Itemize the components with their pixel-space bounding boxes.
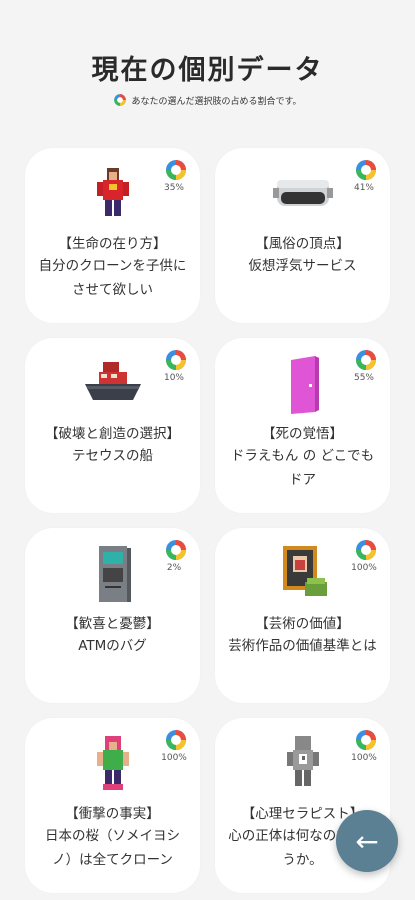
data-card[interactable]: 100% 【衝撃の事実】 日本の桜（ソメイヨシノ）は全てクローン: [25, 718, 200, 893]
card-description: 芸術作品の価値基準とは: [228, 638, 377, 654]
percent-label: 100%: [161, 753, 187, 763]
subtitle-text: あなたの選んだ選択肢の占める割合です。: [131, 96, 302, 107]
card-description: ATMのバグ: [78, 638, 147, 654]
arrow-left-icon: ←: [355, 824, 379, 858]
percent-label: 2%: [166, 563, 182, 573]
card-category: 【芸術の価値】: [255, 616, 350, 632]
pixel-person-grey-icon: [286, 736, 319, 786]
vr-headset-icon: [272, 180, 333, 206]
card-category: 【破壊と創造の選択】: [45, 426, 180, 442]
pie-chart-icon: [166, 540, 186, 560]
data-card[interactable]: 10% 【破壊と創造の選択】 テセウスの船: [25, 338, 200, 513]
pie-chart-icon: [166, 350, 186, 370]
percent-label: 55%: [353, 373, 374, 383]
pie-chart-icon: [166, 160, 186, 180]
ship-icon: [84, 362, 141, 400]
data-card[interactable]: 100% 【芸術の価値】 芸術作品の価値基準とは: [215, 528, 390, 703]
pie-chart-icon: [356, 350, 376, 370]
card-category: 【死の覚悟】: [262, 426, 343, 442]
pie-chart-icon: [356, 540, 376, 560]
percent-label: 100%: [351, 753, 377, 763]
card-description: テセウスの船: [72, 448, 153, 464]
percent-label: 41%: [353, 183, 374, 193]
data-card[interactable]: 35% 【生命の在り方】 自分のクローンを子供にさせて欲しい: [25, 148, 200, 323]
data-card[interactable]: 55% 【死の覚悟】 ドラえもん の どこでもドア: [215, 338, 390, 513]
pie-chart-icon: [166, 730, 186, 750]
card-category: 【衝撃の事実】: [65, 806, 160, 822]
card-category: 【歓喜と憂鬱】: [65, 616, 160, 632]
pixel-person-pink-icon: [96, 736, 129, 790]
data-card-grid: 35% 【生命の在り方】 自分のクローンを子供にさせて欲しい 41% 【風俗の頂…: [25, 148, 390, 893]
back-button[interactable]: ←: [336, 810, 398, 872]
pink-door-icon: [290, 356, 319, 414]
card-description: ドラえもん の どこでもドア: [230, 448, 375, 488]
framed-painting-icon: [282, 546, 327, 596]
percent-label: 100%: [351, 563, 377, 573]
atm-icon: [98, 546, 131, 602]
pie-chart-icon: [356, 730, 376, 750]
card-description: 自分のクローンを子供にさせて欲しい: [38, 258, 187, 298]
pie-chart-icon: [114, 94, 127, 106]
percent-label: 35%: [163, 183, 184, 193]
card-description: 日本の桜（ソメイヨシノ）は全てクローン: [45, 828, 180, 868]
card-category: 【風俗の頂点】: [255, 236, 350, 252]
data-card[interactable]: 41% 【風俗の頂点】 仮想浮気サービス: [215, 148, 390, 323]
card-category: 【生命の在り方】: [58, 236, 167, 252]
page-title: 現在の個別データ: [91, 55, 324, 86]
pie-chart-icon: [356, 160, 376, 180]
page-subtitle: あなたの選んだ選択肢の占める割合です。: [0, 93, 415, 107]
data-card[interactable]: 2% 【歓喜と憂鬱】 ATMのバグ: [25, 528, 200, 703]
pixel-person-red-icon: [96, 168, 129, 216]
percent-label: 10%: [163, 373, 184, 383]
card-description: 仮想浮気サービス: [248, 258, 357, 274]
